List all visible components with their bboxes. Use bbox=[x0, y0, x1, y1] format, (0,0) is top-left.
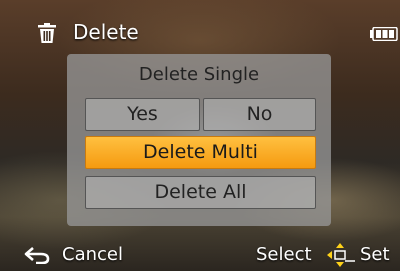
bottom-bar: Cancel Select Set bbox=[0, 236, 400, 271]
delete-all-button[interactable]: Delete All bbox=[85, 176, 316, 209]
yes-button[interactable]: Yes bbox=[85, 98, 200, 131]
screen-title: Delete bbox=[73, 20, 139, 44]
back-arrow-icon[interactable] bbox=[24, 246, 50, 264]
no-button[interactable]: No bbox=[203, 98, 316, 131]
cancel-label[interactable]: Cancel bbox=[62, 244, 123, 265]
select-label: Select bbox=[256, 244, 312, 265]
trash-icon bbox=[38, 23, 56, 43]
set-label: Set bbox=[360, 244, 390, 265]
delete-multi-button[interactable]: Delete Multi bbox=[85, 136, 316, 169]
delete-dialog: Delete Single Yes No Delete Multi Delete… bbox=[67, 54, 331, 226]
dpad-icon bbox=[327, 243, 355, 267]
battery-icon bbox=[370, 27, 398, 41]
camera-screen: Delete Delete Single Yes No Delete Multi… bbox=[0, 0, 400, 271]
dialog-title: Delete Single bbox=[138, 64, 260, 85]
